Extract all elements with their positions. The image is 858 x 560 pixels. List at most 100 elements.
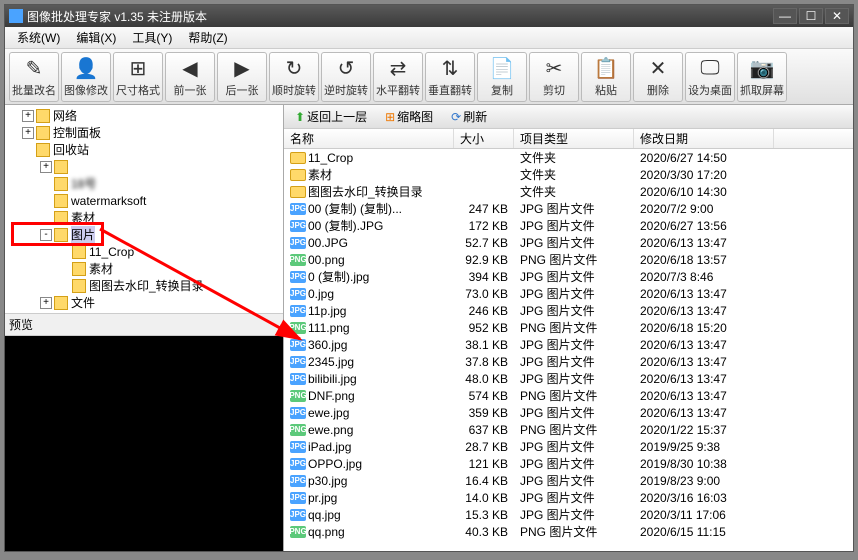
file-row[interactable]: 图图去水印_转换目录文件夹2020/6/10 14:30 — [284, 183, 853, 200]
maximize-button[interactable]: ☐ — [799, 8, 823, 24]
file-date: 2020/7/2 9:00 — [634, 202, 774, 216]
tree-toggle[interactable]: + — [40, 297, 52, 309]
tree-item[interactable]: - 图片 — [7, 226, 281, 243]
tree-toggle[interactable]: + — [22, 110, 34, 122]
tool-14[interactable]: 📷抓取屏幕 — [737, 52, 787, 102]
up-button[interactable]: ⬆返回上一层 — [288, 105, 374, 128]
col-name[interactable]: 名称 — [284, 129, 454, 148]
file-row[interactable]: JPG0 (复制).jpg394 KBJPG 图片文件2020/7/3 8:46 — [284, 268, 853, 285]
tree-item[interactable]: 18号 — [7, 175, 281, 192]
file-row[interactable]: JPGiPad.jpg28.7 KBJPG 图片文件2019/9/25 9:38 — [284, 438, 853, 455]
folder-icon — [54, 160, 68, 174]
file-row[interactable]: JPG00.JPG52.7 KBJPG 图片文件2020/6/13 13:47 — [284, 234, 853, 251]
file-size: 52.7 KB — [454, 236, 514, 250]
titlebar: 图像批处理专家 v1.35 未注册版本 — ☐ ✕ — [5, 5, 853, 27]
file-row[interactable]: PNG00.png92.9 KBPNG 图片文件2020/6/18 13:57 — [284, 251, 853, 268]
col-type[interactable]: 项目类型 — [514, 129, 634, 148]
file-date: 2020/6/18 15:20 — [634, 321, 774, 335]
file-name: 0 (复制).jpg — [308, 268, 369, 285]
tree-toggle[interactable]: - — [40, 229, 52, 241]
tool-8[interactable]: ⇅垂直翻转 — [425, 52, 475, 102]
file-size: 247 KB — [454, 202, 514, 216]
tree-item[interactable]: 图图去水印_转换目录 — [7, 277, 281, 294]
file-row[interactable]: JPGp30.jpg16.4 KBJPG 图片文件2019/8/23 9:00 — [284, 472, 853, 489]
file-date: 2020/6/13 13:47 — [634, 389, 774, 403]
tree-item[interactable]: watermarksoft — [7, 192, 281, 209]
file-list[interactable]: 11_Crop文件夹2020/6/27 14:50素材文件夹2020/3/30 … — [284, 149, 853, 551]
tool-11[interactable]: 📋粘贴 — [581, 52, 631, 102]
tool-2[interactable]: ⊞尺寸格式 — [113, 52, 163, 102]
file-row[interactable]: JPG2345.jpg37.8 KBJPG 图片文件2020/6/13 13:4… — [284, 353, 853, 370]
tool-10[interactable]: ✂剪切 — [529, 52, 579, 102]
tool-13[interactable]: 🖵设为桌面 — [685, 52, 735, 102]
thumbnail-button[interactable]: ⊞缩略图 — [378, 105, 440, 128]
menu-tools[interactable]: 工具(Y) — [124, 27, 180, 48]
tool-12[interactable]: ✕删除 — [633, 52, 683, 102]
tool-4[interactable]: ▶后一张 — [217, 52, 267, 102]
tool-5[interactable]: ↻顺时旋转 — [269, 52, 319, 102]
file-name: ewe.png — [308, 423, 353, 437]
file-row[interactable]: JPG00 (复制) (复制)...247 KBJPG 图片文件2020/7/2… — [284, 200, 853, 217]
tool-3[interactable]: ◀前一张 — [165, 52, 215, 102]
file-size: 952 KB — [454, 321, 514, 335]
file-row[interactable]: JPG360.jpg38.1 KBJPG 图片文件2020/6/13 13:47 — [284, 336, 853, 353]
tool-6[interactable]: ↺逆时旋转 — [321, 52, 371, 102]
file-name: pr.jpg — [308, 491, 337, 505]
menu-system[interactable]: 系统(W) — [9, 27, 68, 48]
tree-toggle[interactable]: + — [40, 161, 52, 173]
folder-icon — [54, 211, 68, 225]
tool-9[interactable]: 📄复制 — [477, 52, 527, 102]
tree-toggle[interactable]: + — [22, 127, 34, 139]
tool-icon: ⇄ — [390, 56, 407, 82]
close-button[interactable]: ✕ — [825, 8, 849, 24]
file-type: JPG 图片文件 — [514, 217, 634, 234]
file-type: JPG 图片文件 — [514, 234, 634, 251]
file-row[interactable]: JPG0.jpg73.0 KBJPG 图片文件2020/6/13 13:47 — [284, 285, 853, 302]
tree-item[interactable]: 11_Crop — [7, 243, 281, 260]
file-row[interactable]: JPGewe.jpg359 KBJPG 图片文件2020/6/13 13:47 — [284, 404, 853, 421]
tree-item[interactable]: + 控制面板 — [7, 124, 281, 141]
file-type: PNG 图片文件 — [514, 421, 634, 438]
menu-edit[interactable]: 编辑(X) — [68, 27, 124, 48]
file-row[interactable]: 素材文件夹2020/3/30 17:20 — [284, 166, 853, 183]
tree-item[interactable]: + 文件 — [7, 294, 281, 311]
file-row[interactable]: JPGpr.jpg14.0 KBJPG 图片文件2020/3/16 16:03 — [284, 489, 853, 506]
tree-item[interactable]: 回收站 — [7, 141, 281, 158]
file-type: JPG 图片文件 — [514, 472, 634, 489]
file-row[interactable]: PNGewe.png637 KBPNG 图片文件2020/1/22 15:37 — [284, 421, 853, 438]
folder-tree[interactable]: + 网络+ 控制面板 回收站+ 18号 watermarksoft 素材- 图片… — [5, 105, 283, 313]
file-name: 图图去水印_转换目录 — [308, 183, 423, 200]
tree-item[interactable]: + 网络 — [7, 107, 281, 124]
file-row[interactable]: JPG00 (复制).JPG172 KBJPG 图片文件2020/6/27 13… — [284, 217, 853, 234]
file-size: 28.7 KB — [454, 440, 514, 454]
file-row[interactable]: JPG11p.jpg246 KBJPG 图片文件2020/6/13 13:47 — [284, 302, 853, 319]
file-date: 2020/6/13 13:47 — [634, 287, 774, 301]
file-type: JPG 图片文件 — [514, 302, 634, 319]
refresh-button[interactable]: ⟳刷新 — [444, 105, 494, 128]
minimize-button[interactable]: — — [773, 8, 797, 24]
file-row[interactable]: 11_Crop文件夹2020/6/27 14:50 — [284, 149, 853, 166]
menu-help[interactable]: 帮助(Z) — [180, 27, 235, 48]
tree-label: 11_Crop — [89, 245, 134, 259]
file-size: 172 KB — [454, 219, 514, 233]
file-row[interactable]: JPGOPPO.jpg121 KBJPG 图片文件2019/8/30 10:38 — [284, 455, 853, 472]
file-size: 40.3 KB — [454, 525, 514, 539]
file-size: 37.8 KB — [454, 355, 514, 369]
tool-0[interactable]: ✎批量改名 — [9, 52, 59, 102]
tool-7[interactable]: ⇄水平翻转 — [373, 52, 423, 102]
col-date[interactable]: 修改日期 — [634, 129, 774, 148]
tree-item[interactable]: 素材 — [7, 260, 281, 277]
file-date: 2020/6/10 14:30 — [634, 185, 774, 199]
jpg-icon: JPG — [290, 305, 306, 317]
file-row[interactable]: JPGbilibili.jpg48.0 KBJPG 图片文件2020/6/13 … — [284, 370, 853, 387]
file-row[interactable]: JPGqq.jpg15.3 KBJPG 图片文件2020/3/11 17:06 — [284, 506, 853, 523]
file-row[interactable]: PNG111.png952 KBPNG 图片文件2020/6/18 15:20 — [284, 319, 853, 336]
tree-item[interactable]: + — [7, 158, 281, 175]
tool-1[interactable]: 👤图像修改 — [61, 52, 111, 102]
col-size[interactable]: 大小 — [454, 129, 514, 148]
file-row[interactable]: PNGqq.png40.3 KBPNG 图片文件2020/6/15 11:15 — [284, 523, 853, 540]
file-row[interactable]: PNGDNF.png574 KBPNG 图片文件2020/6/13 13:47 — [284, 387, 853, 404]
tree-item[interactable]: 素材 — [7, 209, 281, 226]
folder-icon — [36, 109, 50, 123]
window-title: 图像批处理专家 v1.35 未注册版本 — [27, 8, 773, 25]
